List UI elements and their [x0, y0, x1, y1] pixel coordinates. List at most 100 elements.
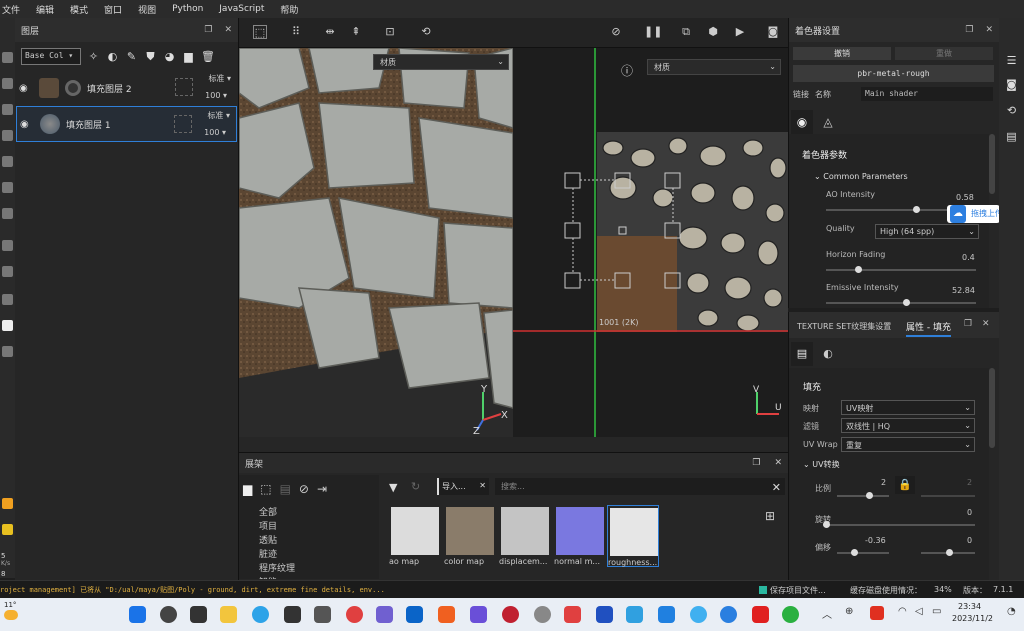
clone-tool-icon[interactable] — [2, 182, 13, 193]
viewport-2d[interactable]: ⓘ 材质 ⌄ 1001 (2K) V U — [513, 48, 788, 437]
clock-date[interactable]: 2023/11/2 — [952, 614, 993, 623]
float-panel-icon[interactable]: ❐ — [965, 25, 973, 35]
shader-tab-params-icon[interactable]: ◉ — [791, 110, 813, 134]
export-icon[interactable] — [2, 266, 13, 277]
offset-slider-1[interactable] — [837, 549, 889, 556]
rotation-slider[interactable] — [823, 521, 975, 528]
info-icon[interactable]: ⓘ — [621, 62, 633, 79]
slider-knob[interactable] — [823, 521, 830, 528]
menu-mode[interactable]: 模式 — [62, 3, 96, 16]
shelf-category[interactable]: 项目 — [259, 519, 277, 532]
chrome-icon[interactable] — [346, 606, 363, 623]
wechat-icon[interactable] — [782, 606, 799, 623]
scale-slider[interactable] — [837, 492, 889, 499]
picker-tool-icon[interactable] — [2, 208, 13, 219]
selection-mode-icon[interactable]: ⬚ — [253, 25, 267, 39]
visibility-eye-icon[interactable]: ◉ — [19, 83, 33, 94]
add-folder-icon[interactable]: ▆ — [182, 50, 195, 63]
shader-name-input[interactable]: Main shader — [861, 87, 993, 101]
app-icon[interactable] — [314, 606, 331, 623]
eraser-tool-icon[interactable] — [2, 78, 13, 89]
redo-button[interactable]: 重做 — [895, 47, 993, 60]
horizon-fading-value[interactable]: 0.4 — [962, 253, 975, 262]
screenshot-camera-icon[interactable]: ◙ — [766, 25, 780, 39]
grid-icon[interactable]: ⠿ — [289, 25, 303, 39]
shelf-category[interactable]: 透贴 — [259, 533, 277, 546]
slider-knob[interactable] — [851, 549, 858, 556]
float-panel-icon[interactable]: ❐ — [752, 458, 760, 468]
search-icon[interactable] — [160, 606, 177, 623]
input-method-icon[interactable]: ⊕ — [845, 606, 853, 617]
add-fill-layer-icon[interactable]: ⛊ — [144, 50, 157, 63]
delete-layer-icon[interactable]: 🗑 — [201, 50, 215, 63]
volume-icon[interactable]: ◁ — [915, 606, 923, 617]
material-select-2d[interactable]: 材质 ⌄ — [647, 59, 781, 75]
app-icon[interactable] — [658, 606, 675, 623]
substance-painter-icon[interactable] — [502, 606, 519, 623]
horizon-fading-slider[interactable] — [826, 266, 976, 273]
close-icon[interactable]: ✕ — [224, 25, 232, 35]
shelf-item[interactable]: color map — [444, 505, 496, 567]
shelf-tab[interactable]: 导入... ✕ — [437, 478, 489, 495]
settings-icon[interactable] — [2, 294, 13, 305]
projection-tool-icon[interactable] — [2, 104, 13, 115]
refresh-icon[interactable]: ↻ — [411, 480, 420, 493]
offset-value-1[interactable]: -0.36 — [865, 536, 886, 545]
scrollbar[interactable] — [989, 134, 995, 194]
float-panel-icon[interactable]: ❐ — [204, 25, 212, 35]
add-paint-layer-icon[interactable]: ✎ — [125, 50, 138, 63]
close-icon[interactable]: ✕ — [985, 25, 993, 35]
menu-icon[interactable]: ☰ — [1005, 54, 1018, 67]
layer-row-selected[interactable]: ◉ 填充图层 1 标准 ▾ 100 ▾ — [16, 106, 237, 142]
tab-properties-fill[interactable]: 属性 - 填充 — [906, 320, 951, 337]
slider-knob[interactable] — [866, 492, 873, 499]
rotation-value[interactable]: 0 — [967, 508, 972, 517]
channel-select[interactable]: Base Col ▾ — [21, 47, 81, 65]
add-smart-material-icon[interactable]: ◕ — [163, 50, 176, 63]
terminal-icon[interactable] — [284, 606, 301, 623]
uv-transform-group[interactable]: ⌄ UV转换 — [803, 459, 840, 470]
slider-knob[interactable] — [946, 549, 953, 556]
offset-value-2[interactable]: 0 — [967, 536, 972, 545]
file-explorer-icon[interactable] — [220, 606, 237, 623]
shelf-search-input[interactable]: 搜索... ✕ — [495, 478, 785, 495]
pause-icon[interactable]: ❚❚ — [644, 25, 662, 39]
tray-app-icon[interactable] — [870, 606, 884, 620]
symmetry-y-icon[interactable]: ⇞ — [349, 25, 363, 39]
log-icon[interactable]: ▤ — [1005, 130, 1018, 143]
float-panel-icon[interactable]: ❐ — [964, 319, 972, 329]
uv-wrap-select[interactable]: 重复 ⌄ — [841, 437, 975, 452]
menu-window[interactable]: 窗口 — [96, 3, 130, 16]
material-tab-icon[interactable]: ◐ — [817, 342, 839, 366]
photoshop-icon[interactable] — [2, 320, 13, 331]
link-label[interactable]: 链接 — [793, 89, 809, 100]
notification-bell-icon[interactable]: ◔ — [1007, 606, 1016, 617]
geometry-fill-icon[interactable] — [2, 130, 13, 141]
fill-tab-icon[interactable]: ▤ — [791, 342, 813, 366]
cube-icon[interactable]: ⬢ — [706, 25, 720, 39]
new-item-icon[interactable]: ⬚ — [260, 482, 271, 496]
display-settings-icon[interactable]: ◙ — [1005, 78, 1018, 91]
quality-select[interactable]: High (64 spp) ⌄ — [875, 224, 979, 239]
shelf-category[interactable]: 程序纹理 — [259, 561, 295, 574]
folder-icon[interactable]: ▆ — [243, 482, 252, 496]
layer-mask-slot[interactable] — [174, 115, 192, 133]
scrollbar[interactable] — [989, 368, 995, 448]
clear-search-icon[interactable]: ✕ — [772, 481, 781, 494]
shelf-item[interactable]: normal m... — [554, 505, 606, 567]
slider-knob[interactable] — [903, 299, 910, 306]
emissive-intensity-value[interactable]: 52.84 — [952, 286, 975, 295]
visibility-eye-icon[interactable]: ◉ — [20, 119, 34, 130]
save-icon[interactable]: ▤ — [280, 482, 291, 496]
add-mask-icon[interactable]: ◐ — [106, 50, 119, 63]
teams-icon[interactable] — [470, 606, 487, 623]
slider-knob[interactable] — [855, 266, 862, 273]
upload-badge[interactable]: ☁ 拖拽上传 — [947, 205, 1000, 223]
weather-icon[interactable] — [4, 610, 18, 620]
hide-icon[interactable]: ⊘ — [609, 25, 623, 39]
history-icon[interactable]: ⟲ — [419, 25, 433, 39]
menu-help[interactable]: 帮助 — [272, 3, 306, 16]
edge-icon[interactable] — [252, 606, 269, 623]
app-icon[interactable] — [626, 606, 643, 623]
shelf-item[interactable]: displacem... — [499, 505, 551, 567]
